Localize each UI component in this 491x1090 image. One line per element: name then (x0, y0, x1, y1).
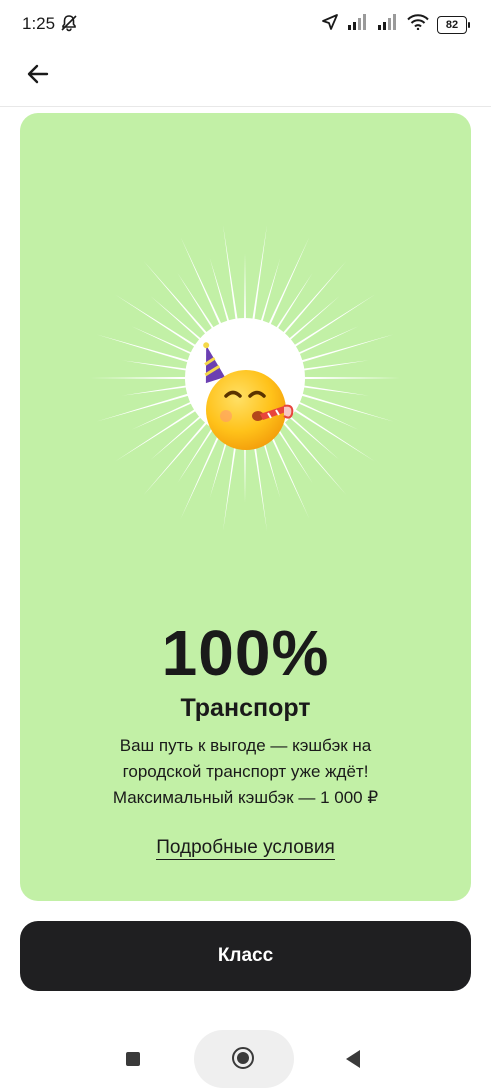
description-line: Максимальный кэшбэк — 1 000 ₽ (112, 788, 379, 807)
status-bar: 1:25 82 (0, 0, 491, 48)
description-line: Ваш путь к выгоде — кэшбэк на (119, 736, 372, 755)
back-button[interactable] (20, 58, 56, 94)
terms-link[interactable]: Подробные условия (20, 837, 471, 860)
description-line: городской транспорт уже ждёт! (122, 762, 369, 781)
cashback-promo-card: 100% Транспорт Ваш путь к выгоде — кэшбэ… (20, 113, 471, 901)
home-button[interactable] (194, 1030, 294, 1088)
cashback-description: Ваш путь к выгоде — кэшбэк на городской … (40, 733, 451, 811)
system-nav-bar (0, 1026, 491, 1090)
top-app-bar (0, 48, 491, 107)
status-icons: 82 (321, 13, 470, 36)
location-arrow-icon (321, 13, 339, 36)
back-triangle-icon[interactable] (346, 1050, 360, 1068)
status-time: 1:25 (22, 14, 56, 33)
battery-icon: 82 (437, 15, 470, 34)
arrow-left-icon (26, 62, 50, 91)
notifications-off-icon (60, 14, 78, 37)
cashback-percent: 100% (161, 617, 330, 689)
home-circle-icon (232, 1047, 254, 1069)
cashback-category: Транспорт (180, 694, 311, 722)
signal-icon (377, 14, 399, 35)
party-face-emoji (203, 342, 294, 450)
confirm-button[interactable]: Класс (20, 921, 471, 991)
wifi-icon (407, 14, 429, 35)
recents-square-icon[interactable] (126, 1052, 140, 1066)
signal-icon (347, 14, 369, 35)
terms-link-label: Подробные условия (156, 837, 335, 860)
